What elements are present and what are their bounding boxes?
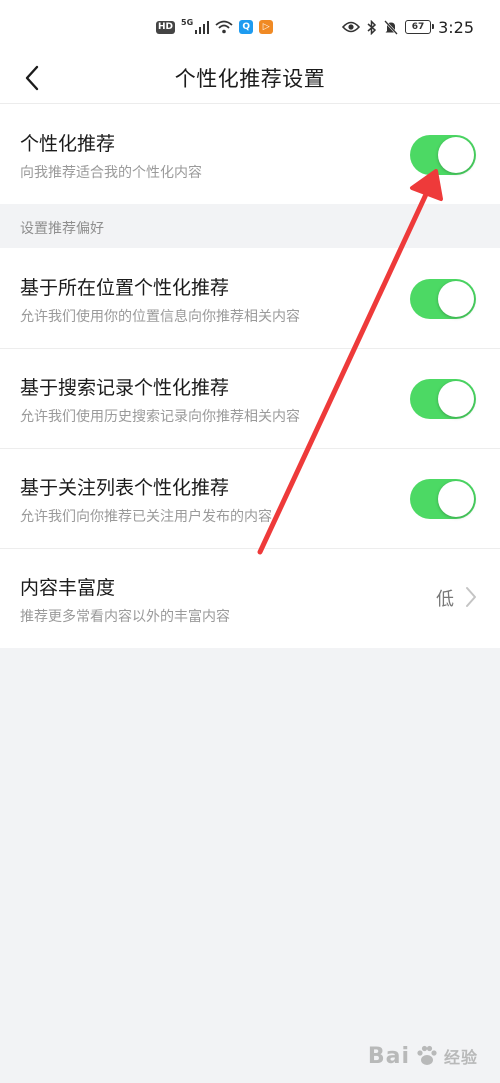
network-type-label: 5G — [181, 17, 194, 27]
watermark: Bai 经验 — [368, 1043, 478, 1069]
row-subtitle: 允许我们使用历史搜索记录向你推荐相关内容 — [20, 409, 300, 425]
page-title: 个性化推荐设置 — [174, 67, 326, 91]
preferences-group: 基于所在位置个性化推荐 允许我们使用你的位置信息向你推荐相关内容 基于搜索记录个… — [0, 248, 500, 648]
row-subtitle: 向我推荐适合我的个性化内容 — [20, 165, 202, 181]
battery-icon: 67 — [405, 20, 435, 34]
status-left: HD 5G Q ▷ — [156, 17, 274, 36]
eye-icon — [342, 21, 361, 33]
row-subtitle: 允许我们使用你的位置信息向你推荐相关内容 — [20, 309, 300, 325]
status-right: 67 3:25 — [342, 17, 474, 37]
toggle-knob — [438, 481, 474, 517]
personalized-recommendation-toggle[interactable] — [410, 135, 476, 175]
app-play-icon: ▷ — [259, 20, 274, 34]
section-header: 设置推荐偏好 — [20, 221, 104, 237]
signal-icon — [195, 20, 210, 34]
following-list-recommendation-toggle[interactable] — [410, 479, 476, 519]
main-toggle-group: 个性化推荐 向我推荐适合我的个性化内容 — [0, 104, 500, 204]
watermark-subtext: 经验 — [443, 1048, 478, 1067]
location-recommendation-row: 基于所在位置个性化推荐 允许我们使用你的位置信息向你推荐相关内容 — [0, 248, 500, 348]
toggle-knob — [438, 137, 474, 173]
navigation-bar: 个性化推荐设置 — [0, 52, 500, 104]
personalized-recommendation-row: 个性化推荐 向我推荐适合我的个性化内容 — [0, 104, 500, 204]
toggle-knob — [438, 281, 474, 317]
row-subtitle: 推荐更多常看内容以外的丰富内容 — [20, 609, 230, 625]
status-bar: HD 5G Q ▷ 67 3:25 — [0, 0, 500, 52]
row-title: 内容丰富度 — [20, 577, 116, 599]
chevron-right-icon — [466, 587, 476, 607]
location-recommendation-toggle[interactable] — [410, 279, 476, 319]
watermark-text: Bai — [367, 1043, 410, 1069]
content-richness-row[interactable]: 内容丰富度 推荐更多常看内容以外的丰富内容 低 — [0, 548, 500, 648]
following-list-recommendation-row: 基于关注列表个性化推荐 允许我们向你推荐已关注用户发布的内容 — [0, 448, 500, 548]
wifi-icon — [215, 20, 233, 34]
bluetooth-icon — [367, 19, 377, 35]
row-title: 基于搜索记录个性化推荐 — [20, 377, 230, 399]
row-title: 基于关注列表个性化推荐 — [20, 477, 230, 499]
app-q-icon: Q — [239, 20, 254, 34]
toggle-knob — [438, 381, 474, 417]
row-title: 基于所在位置个性化推荐 — [20, 277, 230, 299]
paw-icon — [417, 1045, 437, 1065]
row-title: 个性化推荐 — [20, 133, 116, 155]
search-history-recommendation-toggle[interactable] — [410, 379, 476, 419]
mute-bell-icon — [384, 19, 398, 35]
search-history-recommendation-row: 基于搜索记录个性化推荐 允许我们使用历史搜索记录向你推荐相关内容 — [0, 348, 500, 448]
richness-value: 低 — [436, 589, 454, 610]
hd-icon: HD — [156, 20, 176, 34]
row-subtitle: 允许我们向你推荐已关注用户发布的内容 — [20, 509, 272, 525]
status-time: 3:25 — [438, 17, 474, 37]
